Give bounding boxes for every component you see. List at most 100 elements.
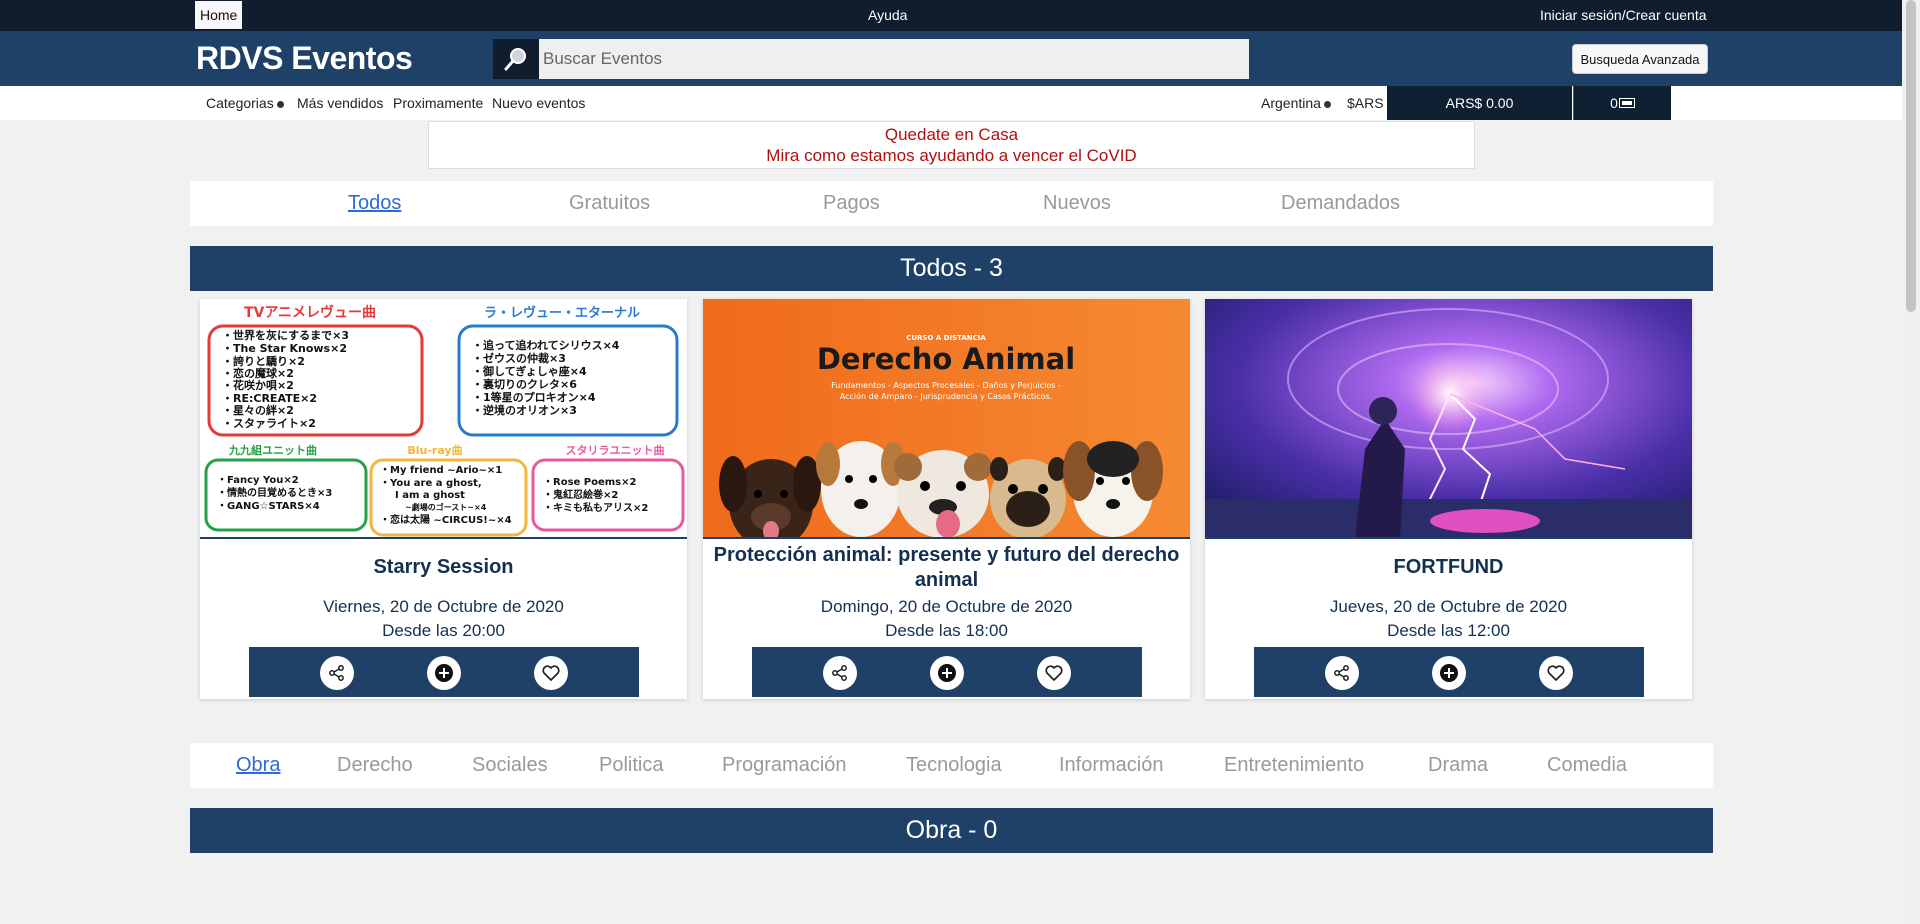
home-link[interactable]: Home — [195, 1, 243, 29]
banner-line-1: Quedate en Casa — [884, 125, 1019, 144]
poster-heading: スタリラユニット曲 — [566, 443, 665, 457]
scrollbar-thumb[interactable] — [1906, 0, 1916, 312]
ticket-icon — [1618, 98, 1635, 108]
tab-sociales[interactable]: Sociales — [472, 754, 548, 777]
categories-label: Categorias — [206, 95, 274, 111]
event-time: Desde las 12:00 — [1387, 621, 1510, 640]
share-icon — [329, 665, 344, 681]
poster-line: ・誇りと驕り×2 — [222, 354, 305, 368]
header: RDVS Eventos Busqueda Avanzada — [0, 31, 1902, 86]
tab-todos[interactable]: Todos — [348, 192, 401, 215]
add-button[interactable] — [427, 656, 461, 690]
poster-line: ・世界を灰にするまで×3 — [222, 328, 349, 342]
add-button[interactable] — [1432, 656, 1466, 690]
poster-heading: ラ・レヴュー・エターナル — [484, 305, 640, 321]
event-time: Desde las 20:00 — [382, 621, 505, 640]
sub-nav: Categorias Más vendidos Proximamente Nue… — [0, 86, 1902, 120]
heart-icon — [1045, 665, 1063, 681]
plus-circle-icon — [1440, 664, 1458, 682]
tab-comedia[interactable]: Comedia — [1547, 754, 1627, 777]
category-tabs: Obra Derecho Sociales Politica Programac… — [190, 743, 1713, 788]
poster-subtitle: Acción de Amparo - Jurisprudencia y Caso… — [840, 391, 1053, 401]
banner-line-2: Mira como estamos ayudando a vencer el C… — [766, 146, 1137, 165]
search-icon — [504, 48, 526, 71]
country-label: Argentina — [1261, 95, 1321, 111]
tab-tecnologia[interactable]: Tecnologia — [906, 754, 1002, 777]
brand-logo[interactable]: RDVS Eventos — [196, 40, 413, 77]
poster-line: ・星々の絆×2 — [222, 403, 294, 417]
tab-demandados[interactable]: Demandados — [1281, 192, 1400, 215]
event-image[interactable]: CURSO A DISTANCIA Derecho Animal Fundame… — [703, 299, 1190, 539]
poster-heading: 九九組ユニット曲 — [228, 443, 317, 457]
add-button[interactable] — [930, 656, 964, 690]
share-button[interactable] — [823, 656, 857, 690]
favorite-button[interactable] — [534, 656, 568, 690]
event-card[interactable]: TVアニメレヴュー曲 ラ・レヴュー・エターナル ・世界を灰にするまで×3 ・Th… — [200, 299, 687, 699]
login-link[interactable]: Iniciar sesión/Crear cuenta — [1540, 7, 1707, 23]
poster-line: ・花咲か唄×2 — [222, 378, 294, 392]
poster-line: ・GANG☆STARS×4 — [217, 501, 320, 512]
tab-pagos[interactable]: Pagos — [823, 192, 880, 215]
poster-line: ・スタァライト×2 — [222, 417, 316, 430]
poster-line: ・恋の魔球×2 — [222, 366, 294, 380]
cart-total[interactable]: ARS$ 0.00 — [1387, 86, 1572, 120]
favorite-button[interactable] — [1539, 656, 1573, 690]
nav-new-events[interactable]: Nuevo eventos — [492, 95, 585, 111]
tab-programacion[interactable]: Programación — [722, 754, 847, 777]
advanced-search-button[interactable]: Busqueda Avanzada — [1572, 44, 1708, 74]
tab-informacion[interactable]: Información — [1059, 754, 1164, 777]
poster-line: ・恋は太陽 ~CIRCUS!~×4 — [380, 513, 512, 526]
tab-derecho[interactable]: Derecho — [337, 754, 413, 777]
favorite-button[interactable] — [1037, 656, 1071, 690]
poster-line: ・You are a ghost, — [380, 478, 482, 489]
tab-nuevos[interactable]: Nuevos — [1043, 192, 1111, 215]
event-image[interactable] — [1205, 299, 1692, 539]
top-bar: Home Ayuda Iniciar sesión/Crear cuenta — [0, 0, 1902, 31]
event-date: Viernes, 20 de Octubre de 2020 — [323, 597, 564, 616]
poster-subtitle: Fundamentos - Aspectos Procesales - Daño… — [831, 381, 1061, 390]
event-title[interactable]: Starry Session — [210, 555, 677, 580]
poster-line: ・The Star Knows×2 — [222, 342, 347, 355]
poster-heading: Derecho Animal — [817, 342, 1075, 376]
event-card[interactable]: CURSO A DISTANCIA Derecho Animal Fundame… — [703, 299, 1190, 699]
scrollbar[interactable] — [1902, 0, 1920, 924]
event-title[interactable]: Protección animal: presente y futuro del… — [713, 543, 1180, 593]
share-icon — [1334, 665, 1349, 681]
filter-tabs: Todos Gratuitos Pagos Nuevos Demandados — [190, 181, 1713, 226]
share-button[interactable] — [1325, 656, 1359, 690]
tab-gratuitos[interactable]: Gratuitos — [569, 192, 650, 215]
categories-menu[interactable]: Categorias — [206, 95, 284, 111]
tab-politica[interactable]: Politica — [599, 754, 663, 777]
search-input[interactable] — [539, 39, 1249, 79]
share-icon — [832, 665, 847, 681]
covid-banner[interactable]: Quedate en Casa Mira como estamos ayudan… — [428, 121, 1475, 169]
nav-upcoming[interactable]: Proximamente — [393, 95, 483, 111]
poster-line: ・Fancy You×2 — [217, 475, 299, 486]
tab-drama[interactable]: Drama — [1428, 754, 1488, 777]
search-button[interactable] — [493, 39, 539, 79]
help-link[interactable]: Ayuda — [868, 7, 907, 23]
poster-line: ・追って追われてシリウス×4 — [472, 338, 620, 352]
section-title-obra: Obra - 0 — [190, 808, 1713, 853]
event-title[interactable]: FORTFUND — [1215, 555, 1682, 580]
cart-button[interactable]: 0 — [1573, 86, 1671, 120]
currency-select[interactable]: $ARS — [1347, 95, 1384, 111]
cart-count: 0 — [1610, 95, 1618, 111]
chevron-down-icon — [276, 100, 284, 108]
poster-line: ・ゼウスの仲裁×3 — [472, 351, 566, 365]
event-card[interactable]: FORTFUND Jueves, 20 de Octubre de 2020 D… — [1205, 299, 1692, 699]
nav-best-sellers[interactable]: Más vendidos — [297, 95, 383, 111]
tab-obra[interactable]: Obra — [236, 754, 280, 777]
event-actions — [1254, 647, 1644, 697]
event-date: Jueves, 20 de Octubre de 2020 — [1329, 597, 1568, 616]
poster-line: ・キミも私もアリス×2 — [543, 501, 648, 514]
event-actions — [752, 647, 1142, 697]
chevron-down-icon — [1323, 100, 1331, 108]
poster-kicker: CURSO A DISTANCIA — [906, 334, 986, 342]
heart-icon — [542, 665, 560, 681]
share-button[interactable] — [320, 656, 354, 690]
tab-entretenimiento[interactable]: Entretenimiento — [1224, 754, 1364, 777]
country-select[interactable]: Argentina — [1261, 95, 1331, 111]
section-title-todos: Todos - 3 — [190, 246, 1713, 291]
event-image[interactable]: TVアニメレヴュー曲 ラ・レヴュー・エターナル ・世界を灰にするまで×3 ・Th… — [200, 299, 687, 539]
